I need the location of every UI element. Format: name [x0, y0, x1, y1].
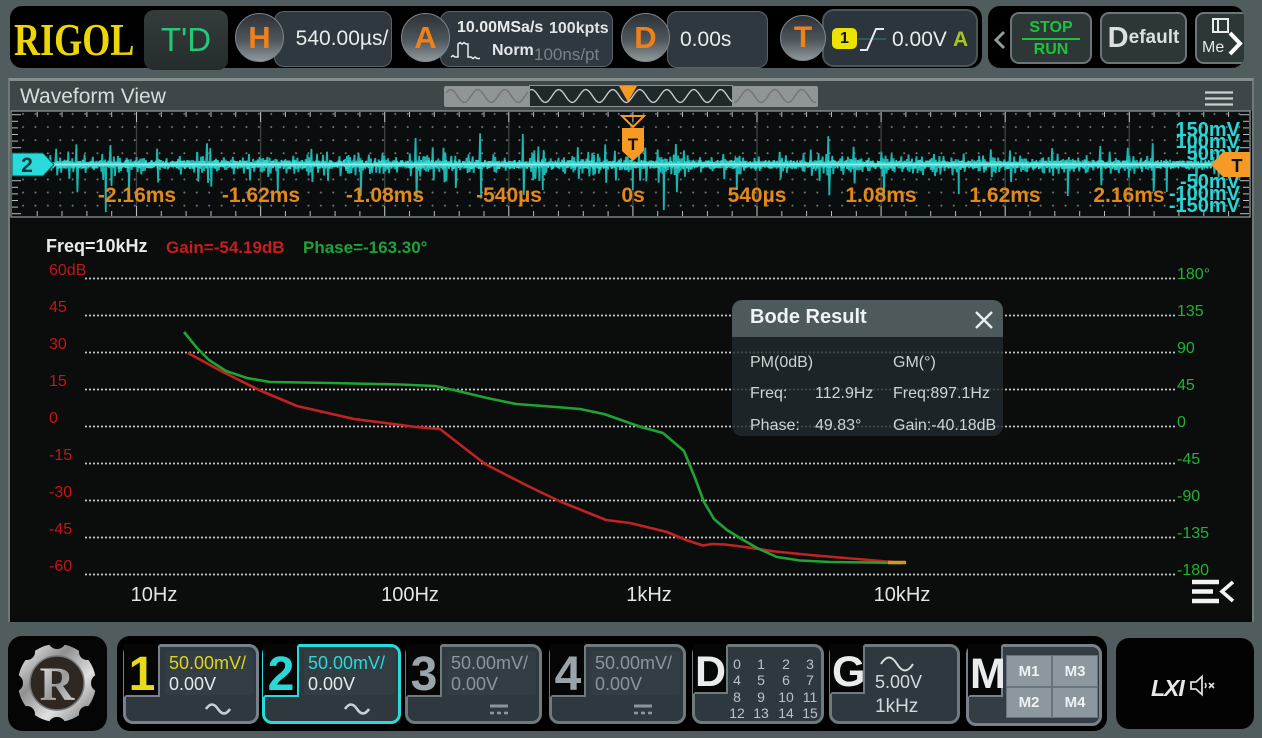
svg-text:-45: -45	[49, 521, 72, 538]
svg-text:0: 0	[49, 410, 58, 427]
svg-text:180°: 180°	[1177, 266, 1210, 283]
svg-text:15: 15	[49, 373, 67, 390]
svg-text:-90: -90	[1177, 488, 1200, 505]
svg-text:10Hz: 10Hz	[131, 584, 178, 606]
svg-text:-45: -45	[1177, 451, 1200, 468]
svg-text:-60: -60	[49, 558, 72, 575]
svg-text:R: R	[40, 658, 76, 711]
svg-text:90: 90	[1177, 340, 1195, 357]
svg-text:60dB: 60dB	[49, 262, 86, 279]
svg-text:10kHz: 10kHz	[874, 584, 931, 606]
svg-text:-135: -135	[1177, 525, 1209, 542]
svg-text:-180: -180	[1177, 562, 1209, 579]
svg-text:30: 30	[49, 336, 67, 353]
svg-text:135: 135	[1177, 303, 1204, 320]
svg-text:100Hz: 100Hz	[381, 584, 439, 606]
svg-text:0: 0	[1177, 414, 1186, 431]
svg-text:1kHz: 1kHz	[626, 584, 672, 606]
svg-text:-30: -30	[49, 484, 72, 501]
svg-text:-15: -15	[49, 447, 72, 464]
svg-text:45: 45	[49, 299, 67, 316]
svg-text:45: 45	[1177, 377, 1195, 394]
